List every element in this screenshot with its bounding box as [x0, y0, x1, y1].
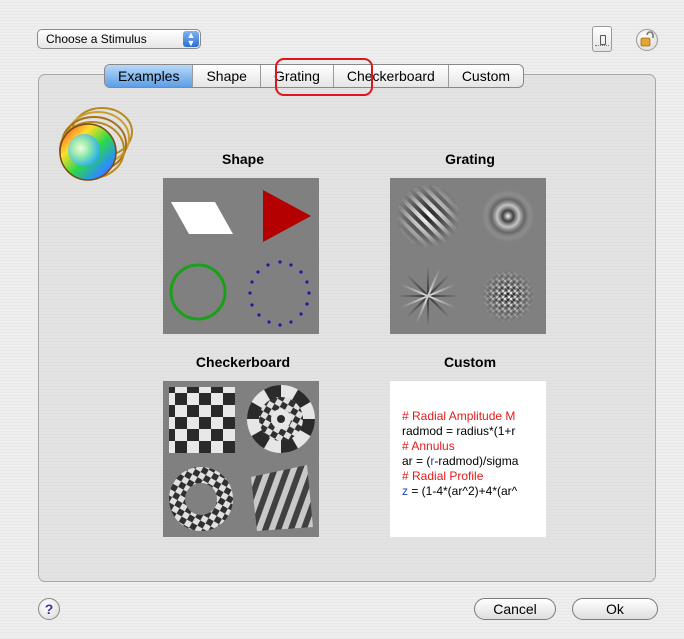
grating-example-thumbnail[interactable] — [390, 178, 546, 334]
skewed-checkerboard — [251, 465, 313, 531]
tab-shape[interactable]: Shape — [193, 65, 261, 87]
code-line: # Radial Profile — [402, 469, 484, 483]
annulus-checkerboard — [165, 463, 237, 535]
ok-button[interactable]: Ok — [572, 598, 658, 620]
parallelogram-shape — [171, 202, 233, 234]
sidebar-toggle-button[interactable] — [592, 26, 612, 52]
triangle-shape — [263, 190, 311, 242]
radial-grating — [398, 266, 458, 326]
code-line: # Radial Amplitude M — [402, 409, 516, 423]
gabor-patch — [398, 186, 458, 246]
shape-example-title: Shape — [221, 151, 264, 167]
help-button[interactable]: ? — [38, 598, 60, 620]
code-line: radmod = radius*(1+r — [402, 424, 516, 438]
shape-example-thumbnail[interactable] — [163, 178, 319, 334]
stimulus-popup[interactable]: Choose a Stimulus ▲ ▼ — [37, 29, 201, 49]
concentric-grating — [480, 188, 536, 244]
code-line: # Annulus — [402, 439, 455, 453]
custom-example-title: Custom — [443, 354, 497, 370]
stimulus-popup-label: Choose a Stimulus — [46, 32, 147, 46]
radial-checkerboard — [247, 385, 315, 453]
padlock-icon — [640, 31, 654, 47]
custom-code-preview: # Radial Amplitude M radmod = radius*(1+… — [402, 409, 518, 499]
checkerboard-example-thumbnail[interactable] — [163, 381, 319, 537]
code-line: z = (1-4*(ar^2)+4*(ar^ — [402, 484, 518, 498]
checkerboard-example-title: Checkerboard — [195, 354, 291, 370]
grating-tab-highlight — [275, 58, 373, 96]
cancel-button[interactable]: Cancel — [474, 598, 556, 620]
popup-arrows-icon: ▲ ▼ — [183, 31, 199, 48]
tab-examples[interactable]: Examples — [105, 65, 194, 87]
dotted-ellipse-shape — [248, 260, 311, 327]
tab-custom[interactable]: Custom — [449, 65, 523, 87]
toggle-icon — [600, 35, 606, 45]
circle-shape — [169, 263, 227, 321]
app-logo — [52, 96, 142, 196]
noise-patch — [481, 269, 535, 323]
custom-example-thumbnail[interactable]: # Radial Amplitude M radmod = radius*(1+… — [390, 381, 546, 537]
grating-example-title: Grating — [445, 151, 495, 167]
lock-button[interactable] — [636, 29, 658, 51]
code-line: ar = (r-radmod)/sigma — [402, 454, 519, 468]
square-checkerboard — [169, 387, 235, 453]
